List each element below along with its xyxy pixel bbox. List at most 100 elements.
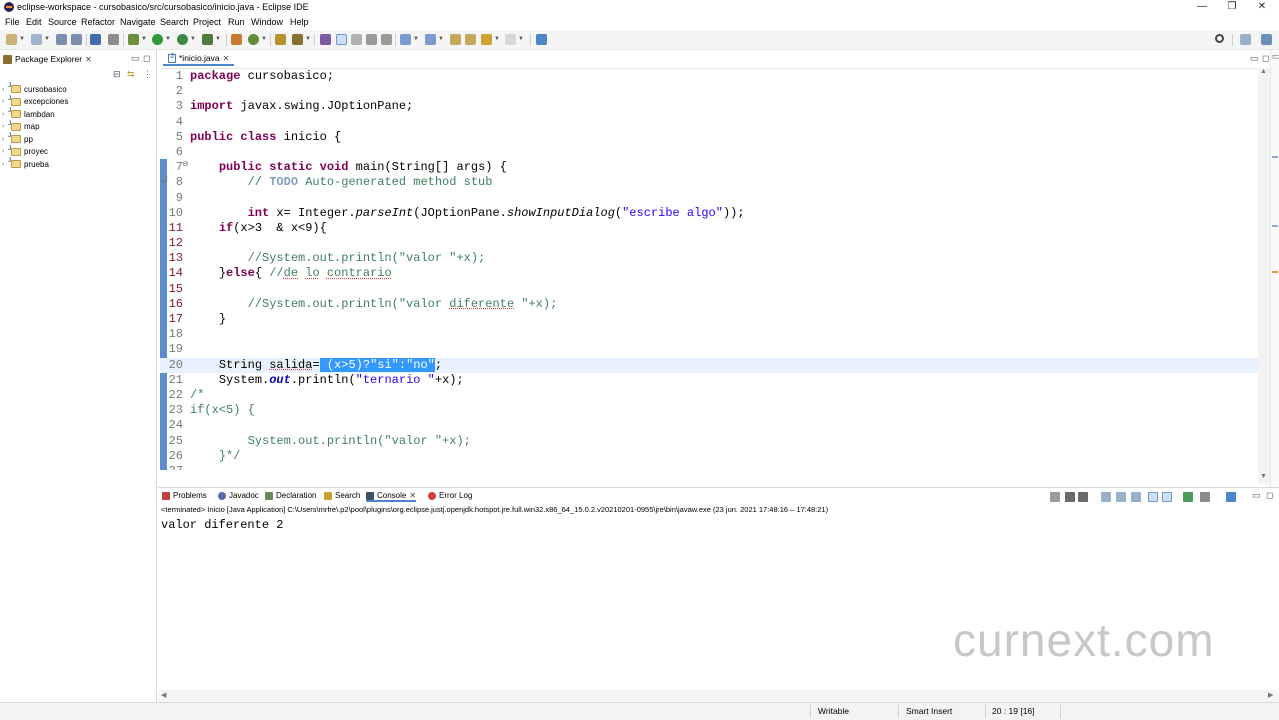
close-icon[interactable]: ✕ <box>85 55 92 64</box>
chevron-down-icon[interactable]: ▼ <box>215 35 221 43</box>
history-icon[interactable] <box>465 34 476 45</box>
scroll-up-icon[interactable]: ▲ <box>1260 68 1267 75</box>
remove-launch-icon[interactable] <box>1065 492 1075 502</box>
annotation-marker[interactable] <box>1272 225 1278 227</box>
last-edit-icon[interactable] <box>450 34 461 45</box>
tab-search[interactable]: Search <box>324 491 360 500</box>
debug-icon[interactable] <box>128 34 139 45</box>
menu-project[interactable]: Project <box>193 17 221 27</box>
run-icon[interactable] <box>152 34 163 45</box>
restore-button[interactable]: ❐ <box>1217 0 1247 15</box>
open-task-icon[interactable] <box>320 34 331 45</box>
menu-window[interactable]: Window <box>251 17 283 27</box>
clear-console-icon[interactable] <box>1101 492 1111 502</box>
chevron-down-icon[interactable]: ▼ <box>165 35 171 43</box>
chevron-down-icon[interactable]: ▼ <box>305 35 311 43</box>
menu-refactor[interactable]: Refactor <box>81 17 115 27</box>
open-type-icon[interactable] <box>275 34 286 45</box>
search-icon[interactable] <box>1215 34 1224 43</box>
remove-all-terminated-icon[interactable] <box>1078 492 1088 502</box>
next-annotation-icon[interactable] <box>400 34 411 45</box>
menu-help[interactable]: Help <box>290 17 309 27</box>
mark-occurrences-icon[interactable] <box>336 34 347 45</box>
chevron-down-icon[interactable]: ▼ <box>19 35 25 43</box>
tab-console[interactable]: Console ✕ <box>366 491 417 502</box>
tree-item-excepciones[interactable]: ›excepciones <box>2 96 152 109</box>
console-horizontal-scrollbar[interactable]: ◀ ▶ <box>158 690 1279 702</box>
forward-icon[interactable] <box>505 34 516 45</box>
display-console-icon[interactable] <box>1200 492 1210 502</box>
collapse-all-icon[interactable]: ⊟ <box>113 69 121 80</box>
external-tools-icon[interactable] <box>202 34 213 45</box>
annotation-marker[interactable] <box>1272 156 1278 158</box>
new-class-icon[interactable] <box>248 34 259 45</box>
tree-item-prueba[interactable]: ›prueba <box>2 158 152 171</box>
save-all-icon[interactable] <box>71 34 82 45</box>
open-perspective-icon[interactable] <box>1240 34 1251 45</box>
save-icon[interactable] <box>56 34 67 45</box>
chevron-down-icon[interactable]: ▼ <box>44 35 50 43</box>
block-selection-icon[interactable] <box>366 34 377 45</box>
menu-navigate[interactable]: Navigate <box>120 17 156 27</box>
tab-javadoc[interactable]: Javadoc <box>218 491 259 500</box>
tab-problems[interactable]: Problems <box>162 491 207 500</box>
package-explorer-tab[interactable]: Package Explorer ✕ <box>3 52 92 66</box>
pin-console-icon[interactable] <box>1183 492 1193 502</box>
view-menu-icon[interactable]: ⋮ <box>143 69 152 80</box>
chevron-down-icon[interactable]: ▼ <box>413 35 419 43</box>
terminal-icon[interactable] <box>90 34 101 45</box>
terminate-icon[interactable] <box>1050 492 1060 502</box>
tree-item-proyec[interactable]: ›proyec <box>2 146 152 159</box>
minimize-view-icon[interactable]: ▭ <box>131 53 140 64</box>
chevron-down-icon[interactable]: ▼ <box>141 35 147 43</box>
close-window-button[interactable]: ✕ <box>1247 0 1277 15</box>
chevron-down-icon[interactable]: ▼ <box>494 35 500 43</box>
tab-declaration[interactable]: Declaration <box>265 491 316 500</box>
menu-source[interactable]: Source <box>48 17 77 27</box>
back-icon[interactable] <box>481 34 492 45</box>
close-icon[interactable]: ✕ <box>223 54 230 63</box>
maximize-view-icon[interactable]: ◻ <box>143 53 150 64</box>
minimize-button[interactable]: — <box>1187 0 1217 15</box>
maximize-view-icon[interactable]: ◻ <box>1266 490 1273 501</box>
scroll-down-icon[interactable]: ▼ <box>1260 473 1267 480</box>
editor-tab-inicio[interactable]: *inicio.java ✕ <box>163 52 235 66</box>
show-on-stderr-icon[interactable] <box>1162 492 1172 502</box>
show-whitespace-icon[interactable] <box>381 34 392 45</box>
chevron-down-icon[interactable]: ▼ <box>190 35 196 43</box>
scroll-right-icon[interactable]: ▶ <box>1268 691 1273 699</box>
show-on-stdout-icon[interactable] <box>1148 492 1158 502</box>
chevron-down-icon[interactable]: ▼ <box>438 35 444 43</box>
minimize-view-icon[interactable]: ▭ <box>1272 51 1279 62</box>
pin-editor-icon[interactable] <box>536 34 547 45</box>
chevron-down-icon[interactable]: ▼ <box>261 35 267 43</box>
close-icon[interactable]: ✕ <box>409 491 416 500</box>
minimize-view-icon[interactable]: ▭ <box>1250 53 1259 64</box>
minimize-view-icon[interactable]: ▭ <box>1252 490 1261 501</box>
scroll-left-icon[interactable]: ◀ <box>161 691 166 699</box>
menu-search[interactable]: Search <box>160 17 189 27</box>
menu-run[interactable]: Run <box>228 17 245 27</box>
word-wrap-icon[interactable] <box>1131 492 1141 502</box>
menu-edit[interactable]: Edit <box>26 17 42 27</box>
new-wizard-icon[interactable] <box>31 34 42 45</box>
scroll-lock-icon[interactable] <box>1116 492 1126 502</box>
tree-item-cursobasico[interactable]: ›cursobasico <box>2 83 152 96</box>
new-icon[interactable] <box>6 34 17 45</box>
open-console-icon[interactable] <box>1226 492 1236 502</box>
tree-item-pp[interactable]: ›pp <box>2 133 152 146</box>
tab-error-log[interactable]: Error Log <box>428 491 472 500</box>
tree-item-lambdan[interactable]: ›lambdan <box>2 108 152 121</box>
chevron-down-icon[interactable]: ▼ <box>518 35 524 43</box>
code-editor[interactable]: ⊖ ◿ ◆ 1package cursobasico; 2 3import ja… <box>160 68 1258 470</box>
warning-marker[interactable] <box>1272 271 1278 273</box>
tree-item-map[interactable]: ›map <box>2 121 152 134</box>
java-perspective-icon[interactable] <box>1261 34 1272 45</box>
status-insert-mode[interactable]: Smart Insert <box>906 706 952 716</box>
search-tool-icon[interactable] <box>292 34 303 45</box>
console-output[interactable]: valor diferente 2 <box>161 518 283 532</box>
maximize-view-icon[interactable]: ◻ <box>1262 53 1269 64</box>
skip-breakpoints-icon[interactable] <box>108 34 119 45</box>
coverage-icon[interactable] <box>177 34 188 45</box>
previous-annotation-icon[interactable] <box>425 34 436 45</box>
